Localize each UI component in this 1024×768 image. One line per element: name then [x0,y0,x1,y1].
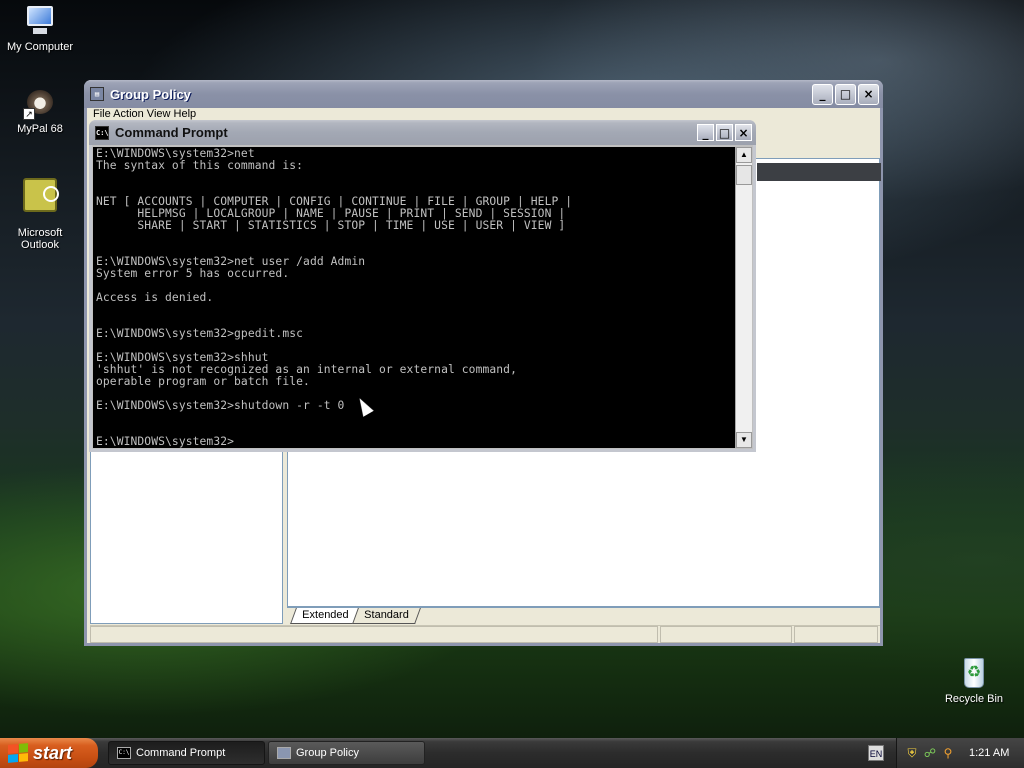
windows-flag-icon [8,743,28,763]
desktop-icon-my-computer[interactable]: My Computer [0,4,80,53]
details-header [757,163,881,181]
desktop-icon-label: My Computer [6,41,74,53]
scroll-down-arrow-icon[interactable]: ▼ [736,432,752,448]
network-icon[interactable]: ☍ [923,746,937,760]
minimize-button[interactable]: _ [812,83,833,105]
console-line: operable program or batch file. [96,375,310,388]
desktop-icon-outlook[interactable]: Microsoft Outlook [0,166,80,263]
outlook-icon [23,178,59,212]
console-app-icon: C:\ [117,747,131,759]
group-policy-title: Group Policy [110,86,191,102]
console-line: The syntax of this command is: [96,159,304,172]
console-line: E:\WINDOWS\system32> [96,435,235,448]
close-button[interactable]: × [735,124,752,141]
taskbar-button-group-policy[interactable]: Group Policy [268,741,425,765]
scroll-thumb[interactable] [736,165,752,185]
maximize-button[interactable]: □ [716,124,733,141]
group-policy-app-icon [277,747,291,759]
maximize-button[interactable]: □ [835,83,856,105]
vertical-scrollbar[interactable]: ▲ ▼ [735,147,752,448]
view-tabs: Extended Standard [287,607,880,624]
search-icon[interactable]: ⚲ [941,746,955,760]
console-line: E:\WINDOWS\system32>shutdown -r -t 0 [96,399,345,412]
console-line: System error 5 has occurred. [96,267,290,280]
close-button[interactable]: × [858,83,879,105]
command-prompt-title: Command Prompt [115,125,228,140]
start-label: start [33,742,73,763]
minimize-button[interactable]: _ [697,124,714,141]
taskbar: start C:\ Command Prompt Group Policy EN… [0,738,1024,768]
group-policy-app-icon: ▤ [90,87,104,101]
group-policy-titlebar[interactable]: ▤ Group Policy _ □ × [84,80,883,108]
tab-standard[interactable]: Standard [352,608,421,624]
start-button[interactable]: start [0,738,98,768]
scroll-up-arrow-icon[interactable]: ▲ [736,147,752,163]
desktop-icon-recycle-bin[interactable]: ♻ Recycle Bin [934,656,1014,705]
taskbar-button-command-prompt[interactable]: C:\ Command Prompt [108,741,265,765]
language-indicator[interactable]: EN [868,745,884,761]
taskbar-button-label: Group Policy [296,747,359,759]
recycle-bin-icon: ♻ [957,656,991,690]
tab-extended[interactable]: Extended [290,608,361,624]
console-line: Access is denied. [96,291,214,304]
computer-icon [23,4,57,38]
console-line: E:\WINDOWS\system32>gpedit.msc [96,327,304,340]
status-bar [90,625,880,644]
clock[interactable]: 1:21 AM [969,747,1009,759]
taskbar-button-label: Command Prompt [136,747,226,759]
console-app-icon: C:\ [95,125,109,140]
console-line: SHARE | START | STATISTICS | STOP | TIME… [96,219,566,232]
command-prompt-titlebar[interactable]: C:\ Command Prompt _ □ × [89,120,756,145]
desktop-icon-label: Recycle Bin [944,693,1004,705]
desktop-icon-mypal[interactable]: ↗ MyPal 68 [0,86,80,135]
desktop-icon-label: Microsoft Outlook [17,227,63,251]
system-tray: EN ⛨ ☍ ⚲ 1:21 AM [866,738,1024,768]
desktop-icon-label: MyPal 68 [17,123,63,135]
mypal-browser-icon: ↗ [23,86,57,120]
command-prompt-window[interactable]: C:\ Command Prompt _ □ × E:\WINDOWS\syst… [89,120,756,452]
console-output[interactable]: E:\WINDOWS\system32>net The syntax of thi… [93,147,735,448]
security-shield-icon[interactable]: ⛨ [905,746,919,760]
